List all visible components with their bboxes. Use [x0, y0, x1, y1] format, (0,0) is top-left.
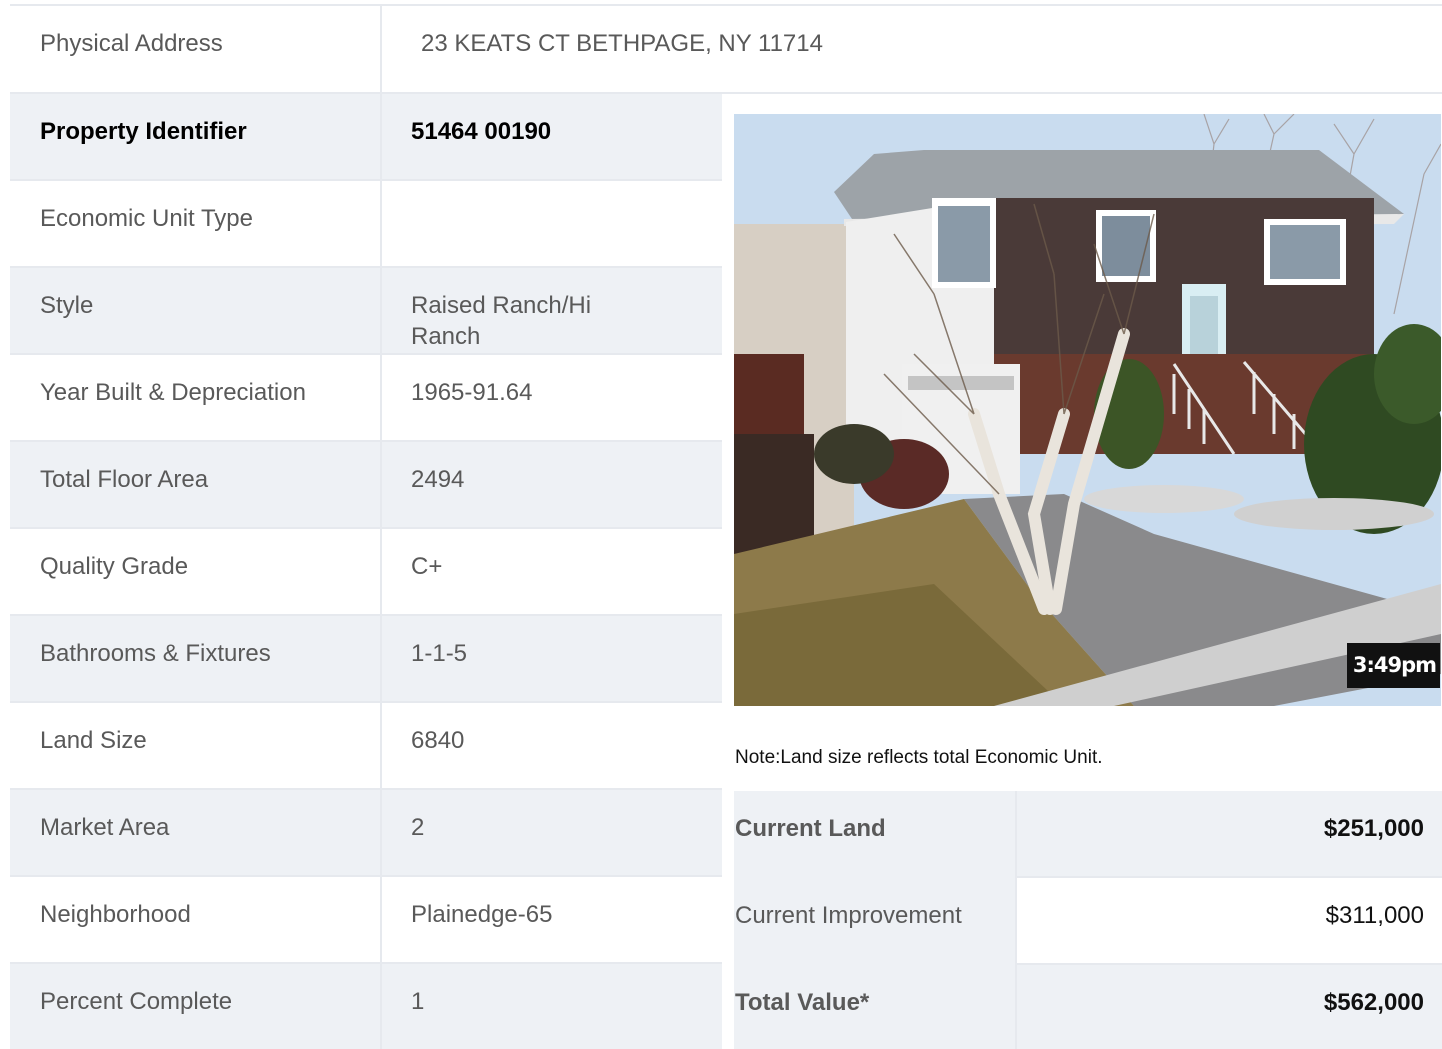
detail-label: Neighborhood: [10, 877, 380, 962]
detail-value: 6840: [382, 703, 722, 788]
detail-label: Land Size: [10, 703, 380, 788]
detail-label: Percent Complete: [10, 964, 380, 1049]
valuation-label: Current Land: [734, 791, 1016, 878]
detail-value: Raised Ranch/Hi Ranch: [382, 268, 722, 353]
detail-value: Plainedge-65: [382, 877, 722, 962]
detail-value: 51464 00190: [382, 94, 722, 179]
address-label-cell: Physical Address: [10, 6, 380, 93]
detail-value: 2: [382, 790, 722, 875]
detail-value: 1: [382, 964, 722, 1049]
detail-label: Property Identifier: [10, 94, 380, 179]
property-record-page: Physical Address 23 KEATS CT BETHPAGE, N…: [0, 0, 1442, 1049]
detail-label: Quality Grade: [10, 529, 380, 614]
address-value-cell: 23 KEATS CT BETHPAGE, NY 11714: [382, 6, 1442, 93]
detail-label: Year Built & Depreciation: [10, 355, 380, 440]
valuation-label: Current Improvement: [734, 878, 1016, 965]
detail-value: C+: [382, 529, 722, 614]
address-label: Physical Address: [40, 30, 223, 57]
valuation-amount: $311,000: [1017, 878, 1442, 963]
detail-value: [382, 181, 722, 266]
detail-value: 1-1-5: [382, 616, 722, 701]
valuation-amount: $562,000: [1017, 965, 1442, 1049]
detail-label: Market Area: [10, 790, 380, 875]
valuation-amount: $251,000: [1017, 791, 1442, 876]
detail-label: Style: [10, 268, 380, 353]
detail-value: 1965-91.64: [382, 355, 722, 440]
photo-timestamp: 3:49pm: [1346, 643, 1440, 688]
detail-value: 2494: [382, 442, 722, 527]
detail-label: Economic Unit Type: [10, 181, 380, 266]
divider: [1015, 791, 1017, 1049]
detail-label: Total Floor Area: [10, 442, 380, 527]
address-value: 23 KEATS CT BETHPAGE, NY 11714: [421, 30, 823, 57]
detail-label: Bathrooms & Fixtures: [10, 616, 380, 701]
land-size-note: Note:Land size reflects total Economic U…: [735, 747, 1103, 768]
valuation-label: Total Value*: [734, 965, 1016, 1049]
property-photo: 3:49pm: [734, 114, 1441, 706]
